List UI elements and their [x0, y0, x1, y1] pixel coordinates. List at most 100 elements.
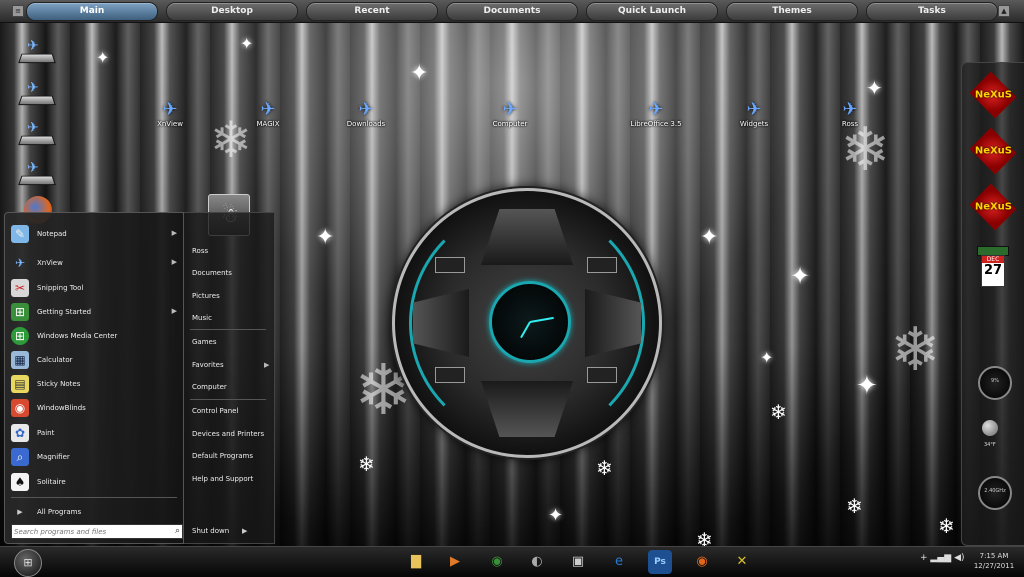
- search-input[interactable]: [14, 525, 164, 538]
- desktop-icon-magix[interactable]: ✈ MAGIX: [238, 99, 298, 129]
- signal-icon[interactable]: ▂▄▆: [930, 553, 951, 563]
- taskbar-tools[interactable]: ✕: [730, 550, 754, 574]
- program-notepad[interactable]: ✎ Notepad ▶: [9, 223, 179, 245]
- sparkle: ✦: [548, 505, 564, 526]
- shutdown-button[interactable]: Shut down: [192, 527, 229, 535]
- cpu-gauge[interactable]: 9%: [978, 366, 1012, 400]
- minute-hand: [529, 316, 554, 323]
- media-center-icon: ⊞: [11, 327, 29, 345]
- submenu-arrow-icon: ▶: [264, 361, 270, 369]
- tab-main[interactable]: Main: [26, 2, 158, 21]
- dock-item[interactable]: ✈: [18, 120, 56, 150]
- tab-themes[interactable]: Themes: [726, 2, 858, 21]
- place-computer[interactable]: Computer: [192, 383, 227, 391]
- volume-icon[interactable]: ◀): [954, 553, 964, 563]
- taskbar-ie[interactable]: e: [607, 550, 631, 574]
- dock-item[interactable]: ✈: [18, 80, 56, 110]
- place-default-programs[interactable]: Default Programs: [192, 452, 253, 460]
- place-games[interactable]: Games: [192, 338, 217, 346]
- windows-logo-icon: ⊞: [23, 556, 33, 569]
- desktop-icon-downloads[interactable]: ✈ Downloads: [336, 99, 396, 129]
- bird-logo-icon: ✈: [260, 99, 276, 120]
- place-control-panel[interactable]: Control Panel: [192, 407, 238, 415]
- start-button[interactable]: ⊞: [14, 549, 42, 577]
- dock-tray: [18, 135, 56, 146]
- taskbar-chrome[interactable]: ◉: [485, 550, 509, 574]
- taskbar: ⊞ ▇ ▶ ◉ ◐ ▣ e Ps ◉ ✕ + ▂▄▆ ◀) 7:15 AM 12…: [0, 546, 1024, 577]
- sparkle: ✦: [856, 371, 878, 401]
- program-paint[interactable]: ✿ Paint: [9, 422, 179, 444]
- launcher-menu-icon[interactable]: ≡: [12, 5, 24, 17]
- program-label: Getting Started: [37, 308, 92, 316]
- snowflake-icon: ❄: [840, 115, 891, 185]
- winamp-icon: ◐: [531, 554, 543, 569]
- program-windows-media-center[interactable]: ⊞ Windows Media Center: [9, 325, 179, 347]
- place-ross[interactable]: Ross: [192, 247, 208, 255]
- place-documents[interactable]: Documents: [192, 269, 232, 277]
- show-hidden-icons-icon[interactable]: +: [920, 553, 928, 563]
- search-box[interactable]: ⌕: [11, 524, 183, 539]
- program-xnview[interactable]: ✈ XnView ▶: [9, 252, 179, 274]
- taskbar-camera[interactable]: ▣: [566, 550, 590, 574]
- desktop-icon-label: LibreOffice 3.5: [630, 120, 682, 128]
- program-solitaire[interactable]: ♠ Solitaire: [9, 471, 179, 493]
- place-help-and-support[interactable]: Help and Support: [192, 475, 253, 483]
- program-calculator[interactable]: ▦ Calculator: [9, 349, 179, 371]
- clock-ornament: [587, 367, 617, 383]
- place-music[interactable]: Music: [192, 314, 212, 322]
- snowflake-icon: ❄: [846, 494, 863, 518]
- bird-logo-icon: ✈: [358, 99, 374, 120]
- shutdown-options-icon[interactable]: ▶: [242, 527, 247, 535]
- program-magnifier[interactable]: ⌕ Magnifier: [9, 446, 179, 468]
- tab-documents[interactable]: Documents: [446, 2, 578, 21]
- temperature-value: 34°F: [984, 442, 996, 448]
- program-label: Snipping Tool: [37, 284, 84, 292]
- desktop-icon-libreoffice[interactable]: ✈ LibreOffice 3.5: [626, 100, 686, 129]
- all-programs-button[interactable]: ▶ All Programs: [9, 501, 179, 523]
- taskbar-photoshop[interactable]: Ps: [648, 550, 672, 574]
- taskbar-winamp[interactable]: ◐: [525, 550, 549, 574]
- tab-quick-launch[interactable]: Quick Launch: [586, 2, 718, 21]
- dock-item[interactable]: ✈: [18, 38, 56, 68]
- menu-divider: [190, 329, 266, 330]
- desktop-icon-label: MAGIX: [256, 120, 280, 128]
- tab-tasks[interactable]: Tasks: [866, 2, 998, 21]
- search-icon[interactable]: ⌕: [175, 525, 180, 538]
- dock-tray: [18, 53, 56, 64]
- sparkle: ✦: [700, 225, 719, 250]
- tab-desktop[interactable]: Desktop: [166, 2, 298, 21]
- program-getting-started[interactable]: ⊞ Getting Started ▶: [9, 301, 179, 323]
- sparkle: ✦: [240, 34, 254, 53]
- taskbar-clock[interactable]: 7:15 AM 12/27/2011: [966, 551, 1022, 571]
- place-favorites[interactable]: Favorites: [192, 361, 224, 369]
- dock-item[interactable]: ✈: [18, 160, 56, 190]
- calendar-gadget[interactable]: DEC 27: [981, 255, 1005, 287]
- place-pictures[interactable]: Pictures: [192, 292, 220, 300]
- cards-icon: ♠: [11, 473, 29, 491]
- launcher-collapse-icon[interactable]: ▲: [998, 5, 1010, 17]
- desktop-icon-label: Ross: [841, 120, 859, 128]
- chrome-icon: ◉: [491, 554, 503, 569]
- taskbar-firefox[interactable]: ◉: [690, 550, 714, 574]
- desktop-icon-ross[interactable]: ✈ Ross: [820, 100, 880, 129]
- program-label: Notepad: [37, 230, 67, 238]
- firefox-icon: ◉: [696, 554, 708, 569]
- program-snipping-tool[interactable]: ✂ Snipping Tool: [9, 277, 179, 299]
- desktop-icon-widgets[interactable]: ✈ Widgets: [724, 100, 784, 129]
- place-devices-and-printers[interactable]: Devices and Printers: [192, 430, 264, 438]
- tab-recent[interactable]: Recent: [306, 2, 438, 21]
- gauge-value: 2.40GHz: [984, 488, 1006, 494]
- snowflake-icon: ❄: [890, 315, 941, 385]
- sparkle: ✦: [760, 348, 774, 367]
- cpu-speed-gauge[interactable]: 2.40GHz: [978, 476, 1012, 510]
- desktop-icon-xnview[interactable]: ✈ XnView: [140, 99, 200, 129]
- desktop-icon-computer[interactable]: ✈ Computer: [480, 100, 540, 129]
- sparkle: ✦: [410, 61, 429, 86]
- magnifier-icon: ⌕: [11, 448, 29, 466]
- clock-gadget[interactable]: [392, 188, 662, 458]
- program-sticky-notes[interactable]: ▤ Sticky Notes: [9, 373, 179, 395]
- bird-logo-icon: ✈: [162, 99, 178, 120]
- taskbar-media-player[interactable]: ▶: [443, 550, 467, 574]
- program-windowblinds[interactable]: ◉ WindowBlinds: [9, 397, 179, 419]
- taskbar-folder[interactable]: ▇: [404, 550, 428, 574]
